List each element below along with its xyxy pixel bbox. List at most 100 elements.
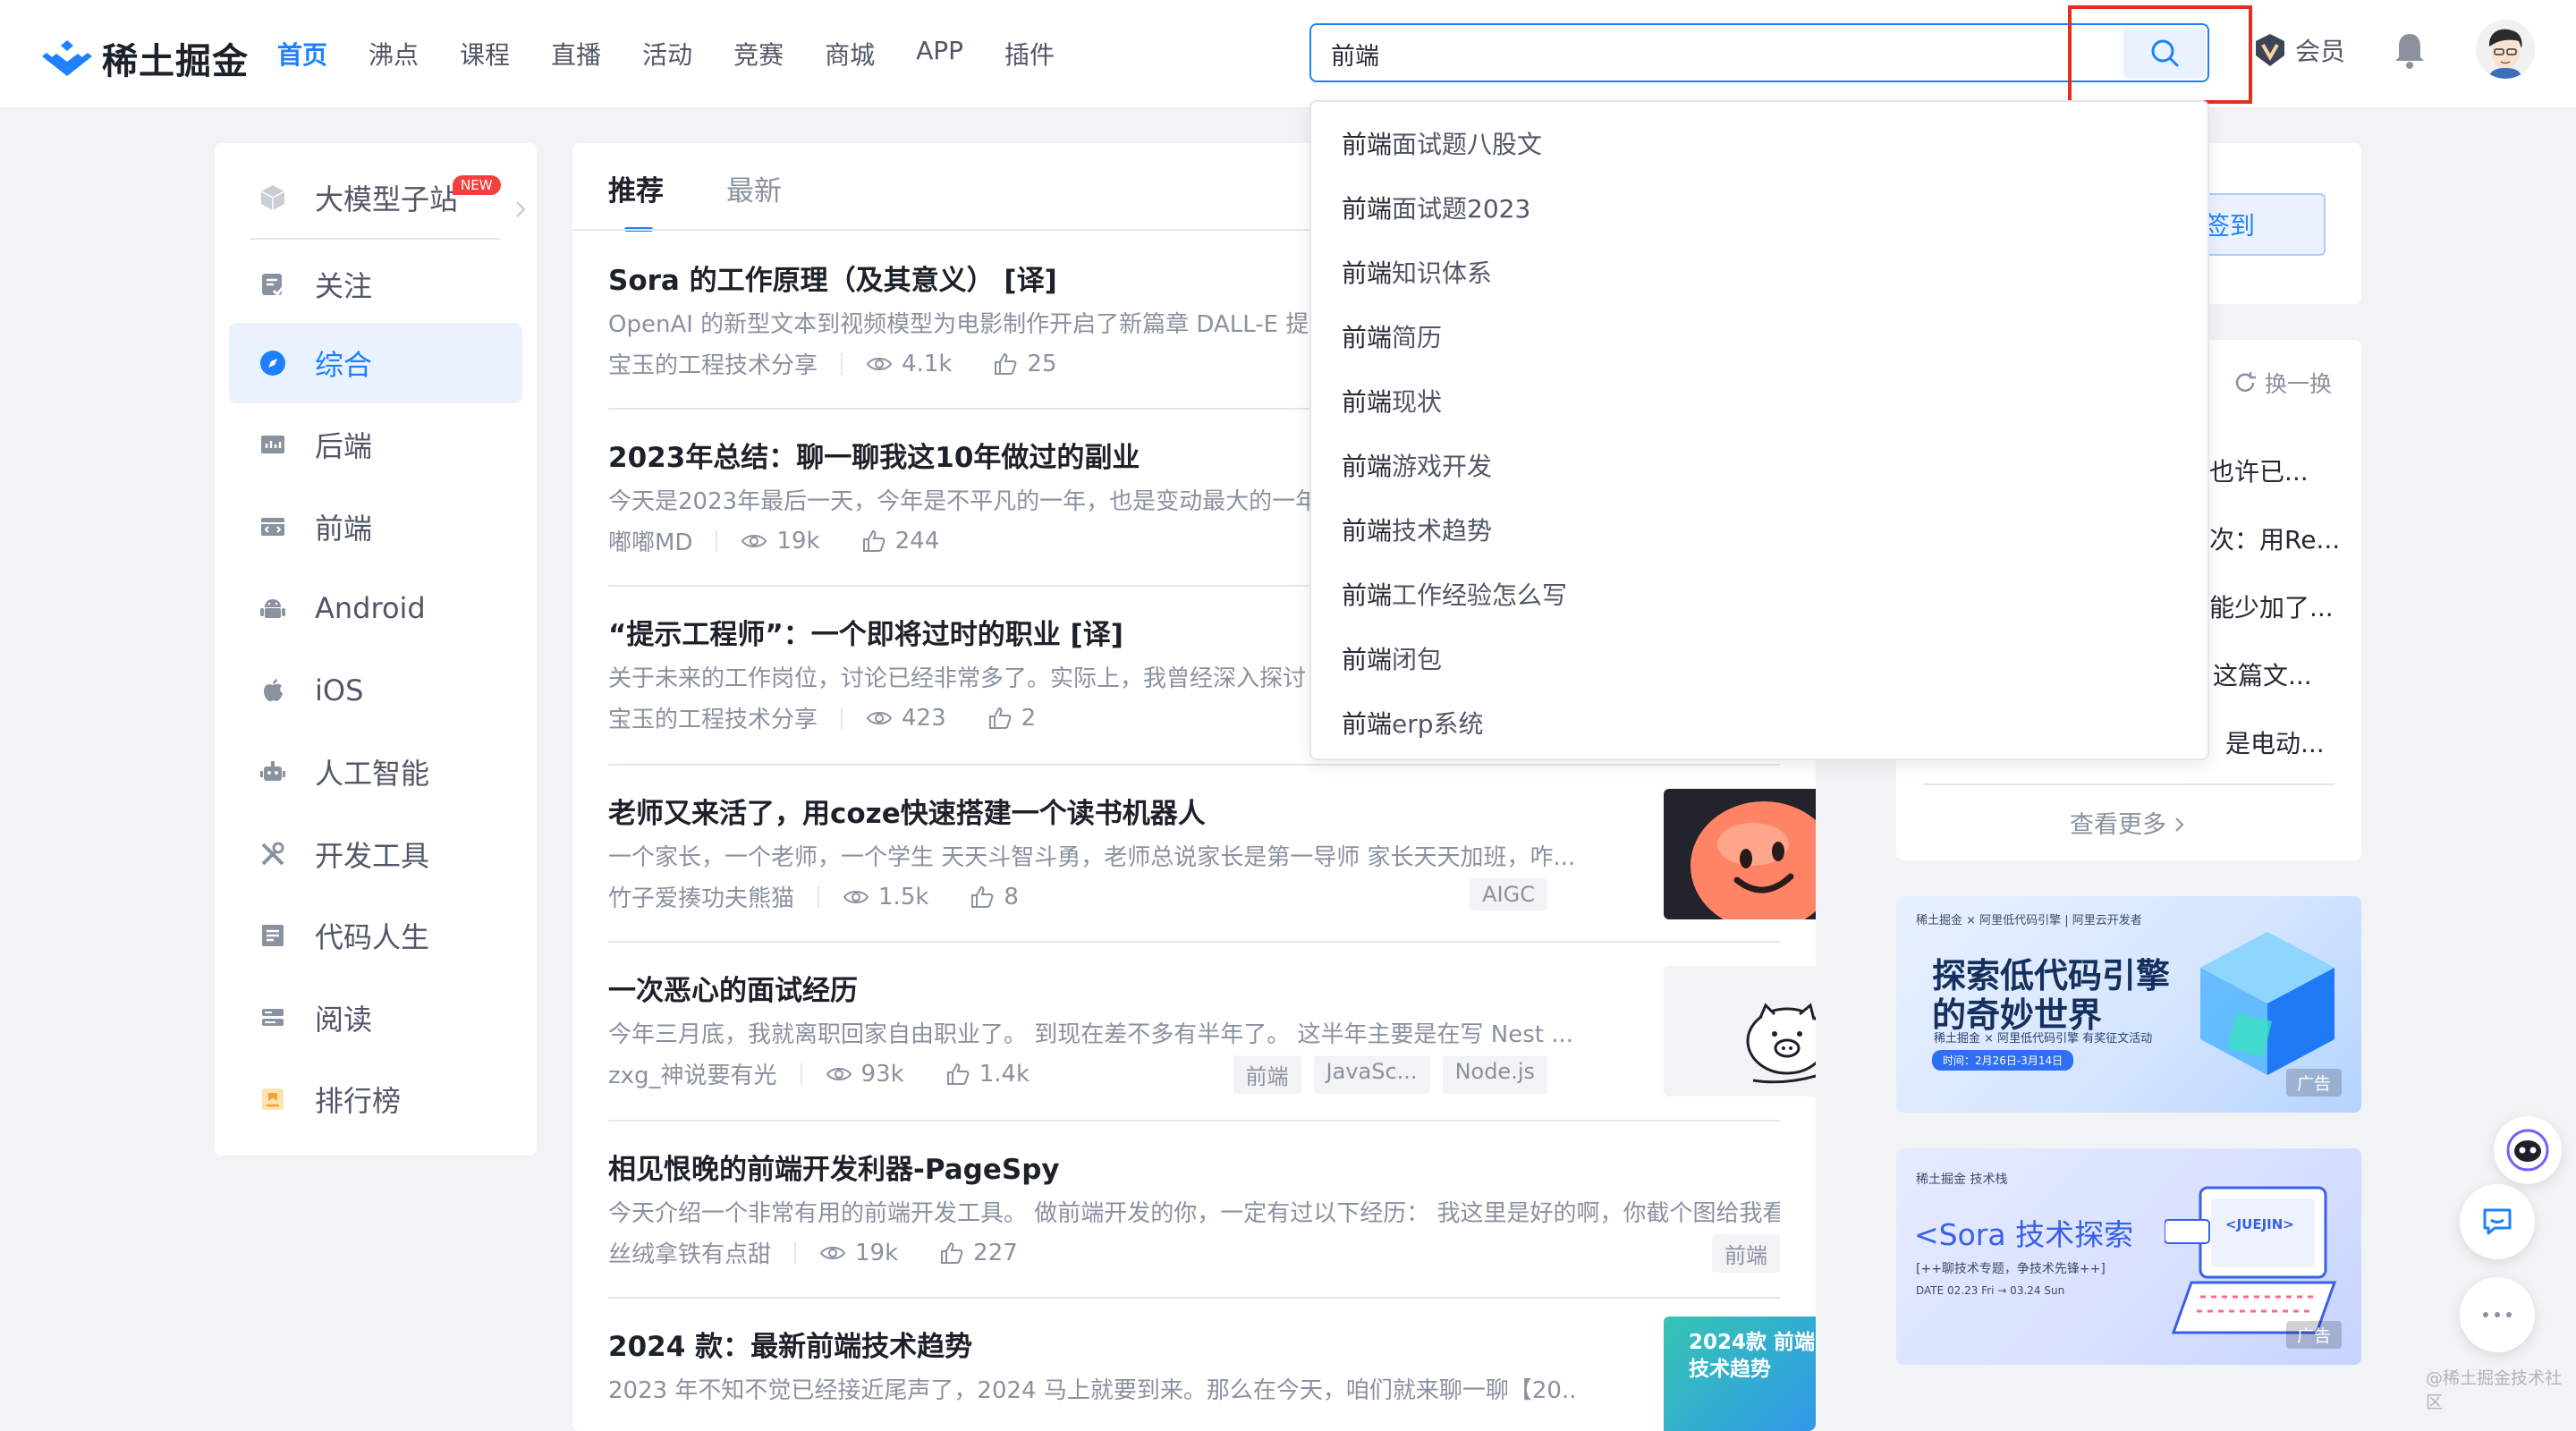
notification-bell[interactable] <box>2392 30 2428 73</box>
author-rank-item[interactable]: 能少加了... <box>2209 588 2334 624</box>
sidebar-item-dev-tools[interactable]: 开发工具 <box>229 814 522 894</box>
sidebar-item-llm-site[interactable]: 大模型子站 NEW <box>229 157 526 238</box>
tag[interactable]: AIGC <box>1470 878 1547 910</box>
like-count-value: 244 <box>894 527 940 555</box>
suggestion-item[interactable]: 前端面试题八股文 <box>1342 125 1542 161</box>
like-count[interactable]: 1.4k <box>945 1061 1030 1088</box>
article-item[interactable]: 2024 款：最新前端技术趋势 2023 年不知不觉已经接近尾声了，2024 马… <box>608 1299 1816 1431</box>
article-title[interactable]: 相见恨晚的前端开发利器-PageSpy <box>608 1147 1060 1187</box>
nav-extension[interactable]: 插件 <box>1004 36 1055 72</box>
ad-brand: 稀土掘金 技术栈 <box>1916 1173 2008 1187</box>
article-author[interactable]: 嘟嘟MD <box>608 524 692 557</box>
feedback-button[interactable] <box>2460 1184 2535 1259</box>
like-count[interactable]: 8 <box>970 884 1019 910</box>
sidebar-item-general[interactable]: 综合 <box>229 323 522 403</box>
tag[interactable]: 前端 <box>1712 1234 1780 1273</box>
article-item[interactable]: 老师又来活了，用coze快速搭建一个读书机器人 一个家长，一个老师，一个学生 天… <box>608 766 1816 943</box>
nav-events[interactable]: 活动 <box>642 36 692 72</box>
nav-courses[interactable]: 课程 <box>460 36 510 72</box>
author-rank-item[interactable]: 这篇文... <box>2213 656 2312 692</box>
like-count-value: 1.4k <box>979 1060 1030 1088</box>
suggestion-item[interactable]: 前端工作经验怎么写 <box>1342 576 1567 612</box>
nav-home[interactable]: 首页 <box>277 36 327 72</box>
article-title[interactable]: 老师又来活了，用coze快速搭建一个读书机器人 <box>608 791 1206 831</box>
tag[interactable]: Node.js <box>1442 1055 1547 1094</box>
tab-recommended[interactable]: 推荐 <box>608 168 664 232</box>
article-author[interactable]: 宝玉的工程技术分享 <box>608 701 818 734</box>
tag[interactable]: JavaSc... <box>1313 1055 1430 1094</box>
like-count[interactable]: 244 <box>861 527 940 555</box>
user-avatar[interactable] <box>2476 20 2535 79</box>
sidebar-item-code-life[interactable]: 代码人生 <box>229 895 522 976</box>
suggestion-item[interactable]: 前端面试题2023 <box>1342 190 1530 225</box>
eye-icon <box>866 357 893 370</box>
sidebar-item-ios[interactable]: iOS <box>229 650 522 731</box>
sidebar-item-ranking[interactable]: 排行榜 <box>229 1059 522 1139</box>
tag[interactable]: 前端 <box>1233 1055 1301 1094</box>
sidebar-item-follow[interactable]: 关注 <box>229 244 522 325</box>
article-title[interactable]: 一次恶心的面试经历 <box>608 968 858 1008</box>
suggestion-item[interactable]: 前端技术趋势 <box>1342 512 1492 547</box>
vip-label: 会员 <box>2295 37 2346 66</box>
article-thumbnail[interactable]: 2024款 前端技术趋势 <box>1664 1317 1816 1431</box>
like-count[interactable]: 227 <box>939 1240 1018 1266</box>
article-title[interactable]: “提示工程师”：一个即将过时的职业 [译] <box>608 612 1123 652</box>
like-count-value: 8 <box>1004 883 1019 910</box>
article-title[interactable]: 2024 款：最新前端技术趋势 <box>608 1324 972 1364</box>
meta-divider <box>841 707 843 729</box>
like-count[interactable]: 25 <box>993 351 1057 377</box>
pig-doodle-image <box>1664 966 1816 1097</box>
author-rank-item[interactable]: 也许已... <box>2209 453 2309 488</box>
nav-live[interactable]: 直播 <box>551 36 601 72</box>
view-more-link[interactable]: 查看更多 <box>2070 805 2185 840</box>
article-title[interactable]: 2023年总结：聊一聊我这10年做过的副业 <box>608 435 1140 475</box>
eye-icon <box>819 1246 846 1259</box>
sidebar-item-ai[interactable]: 人工智能 <box>229 732 522 812</box>
suggestion-item[interactable]: 前端闭包 <box>1342 640 1442 676</box>
article-item[interactable]: 相见恨晚的前端开发利器-PageSpy 今天介绍一个非常有用的前端开发工具。 做… <box>608 1122 1780 1299</box>
like-count[interactable]: 2 <box>987 705 1036 732</box>
search-input[interactable] <box>1329 25 2048 82</box>
logo[interactable]: 稀土掘金 <box>41 32 249 84</box>
vip-link[interactable]: 会员 <box>2252 32 2345 68</box>
ai-assistant-button[interactable] <box>2494 1116 2562 1184</box>
nav-pins[interactable]: 沸点 <box>369 36 419 72</box>
suggestion-item[interactable]: 前端简历 <box>1342 318 1442 354</box>
thumbs-up-icon <box>971 885 994 908</box>
nav-shop[interactable]: 商城 <box>825 36 875 72</box>
eye-icon <box>741 534 767 547</box>
author-rank-item[interactable]: 次：用Re... <box>2209 521 2340 556</box>
chevron-right-icon <box>2174 817 2184 832</box>
article-item[interactable]: 一次恶心的面试经历 今年三月底，我就离职回家自由职业了。 到现在差不多有半年了。… <box>608 943 1816 1122</box>
view-count: 1.5k <box>843 884 928 910</box>
smiley-blob-image <box>1664 789 1816 919</box>
sidebar-item-frontend[interactable]: 前端 <box>229 487 522 567</box>
meta-divider <box>841 352 843 375</box>
thumbs-up-icon <box>862 529 885 552</box>
sidebar-item-backend[interactable]: 后端 <box>229 404 522 485</box>
juejin-logo-icon <box>42 40 92 76</box>
more-options-button[interactable] <box>2460 1277 2535 1352</box>
suggestion-item[interactable]: 前端游戏开发 <box>1342 447 1492 483</box>
ad-banner-lowcode[interactable]: 稀土掘金 × 阿里低代码引擎 | 阿里云开发者 探索低代码引擎 的奇妙世界 稀土… <box>1896 896 2361 1113</box>
suggestion-item[interactable]: 前端现状 <box>1342 383 1442 419</box>
article-author[interactable]: 丝绒拿铁有点甜 <box>608 1236 771 1269</box>
sidebar-item-android[interactable]: Android <box>229 568 522 648</box>
article-author[interactable]: 竹子爱揍功夫熊猫 <box>608 880 794 913</box>
thumbs-up-icon <box>946 1063 970 1085</box>
ad-banner-sora[interactable]: 稀土掘金 技术栈 <Sora 技术探索 [++聊技术专题，争技术先锋++] DA… <box>1896 1148 2361 1365</box>
refresh-button[interactable]: 换一换 <box>2233 367 2332 399</box>
article-thumbnail[interactable] <box>1664 966 1816 1097</box>
nav-app[interactable]: APP <box>916 36 963 72</box>
suggestion-item[interactable]: 前端知识体系 <box>1342 254 1492 290</box>
tab-latest[interactable]: 最新 <box>726 168 782 208</box>
nav-contests[interactable]: 竞赛 <box>733 36 784 72</box>
suggestion-item[interactable]: 前端erp系统 <box>1342 705 1484 741</box>
article-title[interactable]: Sora 的工作原理（及其意义） [译] <box>608 258 1057 298</box>
reading-icon <box>258 1003 288 1033</box>
article-thumbnail[interactable] <box>1664 789 1816 919</box>
author-rank-item[interactable]: 是电动... <box>2225 724 2325 760</box>
sidebar-item-reading[interactable]: 阅读 <box>229 978 522 1058</box>
article-author[interactable]: 宝玉的工程技术分享 <box>608 347 818 380</box>
article-author[interactable]: zxg_神说要有光 <box>608 1057 777 1090</box>
